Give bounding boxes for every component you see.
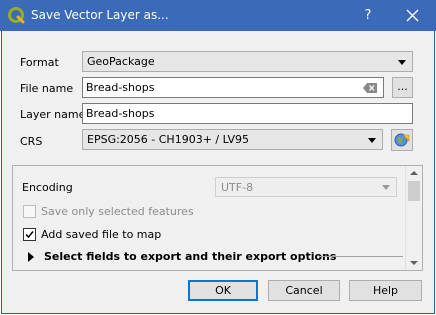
vertical-scrollbar[interactable] xyxy=(405,166,422,270)
add-to-map-checkbox[interactable] xyxy=(23,228,36,241)
options-scroll-area[interactable]: Encoding UTF-8 Save only selected featur… xyxy=(12,165,423,271)
checkmark-icon xyxy=(25,231,34,239)
scroll-down-icon[interactable] xyxy=(410,261,418,265)
crs-combobox[interactable]: EPSG:2056 - CH1903+ / LV95 xyxy=(82,129,383,150)
clear-text-icon[interactable] xyxy=(363,83,377,93)
chevron-down-icon xyxy=(382,185,390,190)
crs-value: EPSG:2056 - CH1903+ / LV95 xyxy=(87,133,250,146)
scrollbar-thumb[interactable] xyxy=(408,181,420,201)
encoding-combobox: UTF-8 xyxy=(215,177,397,197)
chevron-down-icon xyxy=(368,138,376,143)
file-name-input[interactable]: Bread-shops xyxy=(82,77,384,98)
save-only-selected-checkbox xyxy=(23,205,36,218)
close-icon xyxy=(406,9,419,22)
layer-name-label: Layer name xyxy=(20,108,86,121)
scroll-up-icon[interactable] xyxy=(410,171,418,175)
file-name-value: Bread-shops xyxy=(86,81,155,94)
encoding-label: Encoding xyxy=(22,181,73,194)
layer-name-input[interactable]: Bread-shops xyxy=(82,103,413,124)
crs-label: CRS xyxy=(20,135,43,148)
title-bar: Save Vector Layer as... ? xyxy=(0,0,436,31)
select-fields-group-title[interactable]: Select fields to export and their export… xyxy=(44,250,336,263)
layer-name-value: Bread-shops xyxy=(86,107,155,120)
select-crs-button[interactable] xyxy=(391,129,413,151)
browse-button[interactable]: ... xyxy=(392,77,413,98)
format-label: Format xyxy=(20,56,59,69)
add-to-map-label: Add saved file to map xyxy=(41,228,162,241)
format-combobox[interactable]: GeoPackage xyxy=(82,51,413,72)
expand-arrow-icon[interactable] xyxy=(28,252,34,262)
qgis-logo-icon xyxy=(8,7,25,24)
window-title: Save Vector Layer as... xyxy=(31,8,169,22)
file-name-label: File name xyxy=(20,82,74,95)
group-divider xyxy=(319,256,403,257)
context-help-button[interactable]: ? xyxy=(354,0,382,31)
save-only-selected-label: Save only selected features xyxy=(41,205,194,218)
cancel-button[interactable]: Cancel xyxy=(268,280,340,301)
close-button[interactable] xyxy=(396,0,430,31)
help-button[interactable]: Help xyxy=(349,280,422,301)
format-value: GeoPackage xyxy=(87,55,155,68)
globe-crs-icon xyxy=(394,133,410,147)
chevron-down-icon xyxy=(398,60,406,65)
encoding-value: UTF-8 xyxy=(221,181,254,194)
ok-button[interactable]: OK xyxy=(188,280,258,301)
